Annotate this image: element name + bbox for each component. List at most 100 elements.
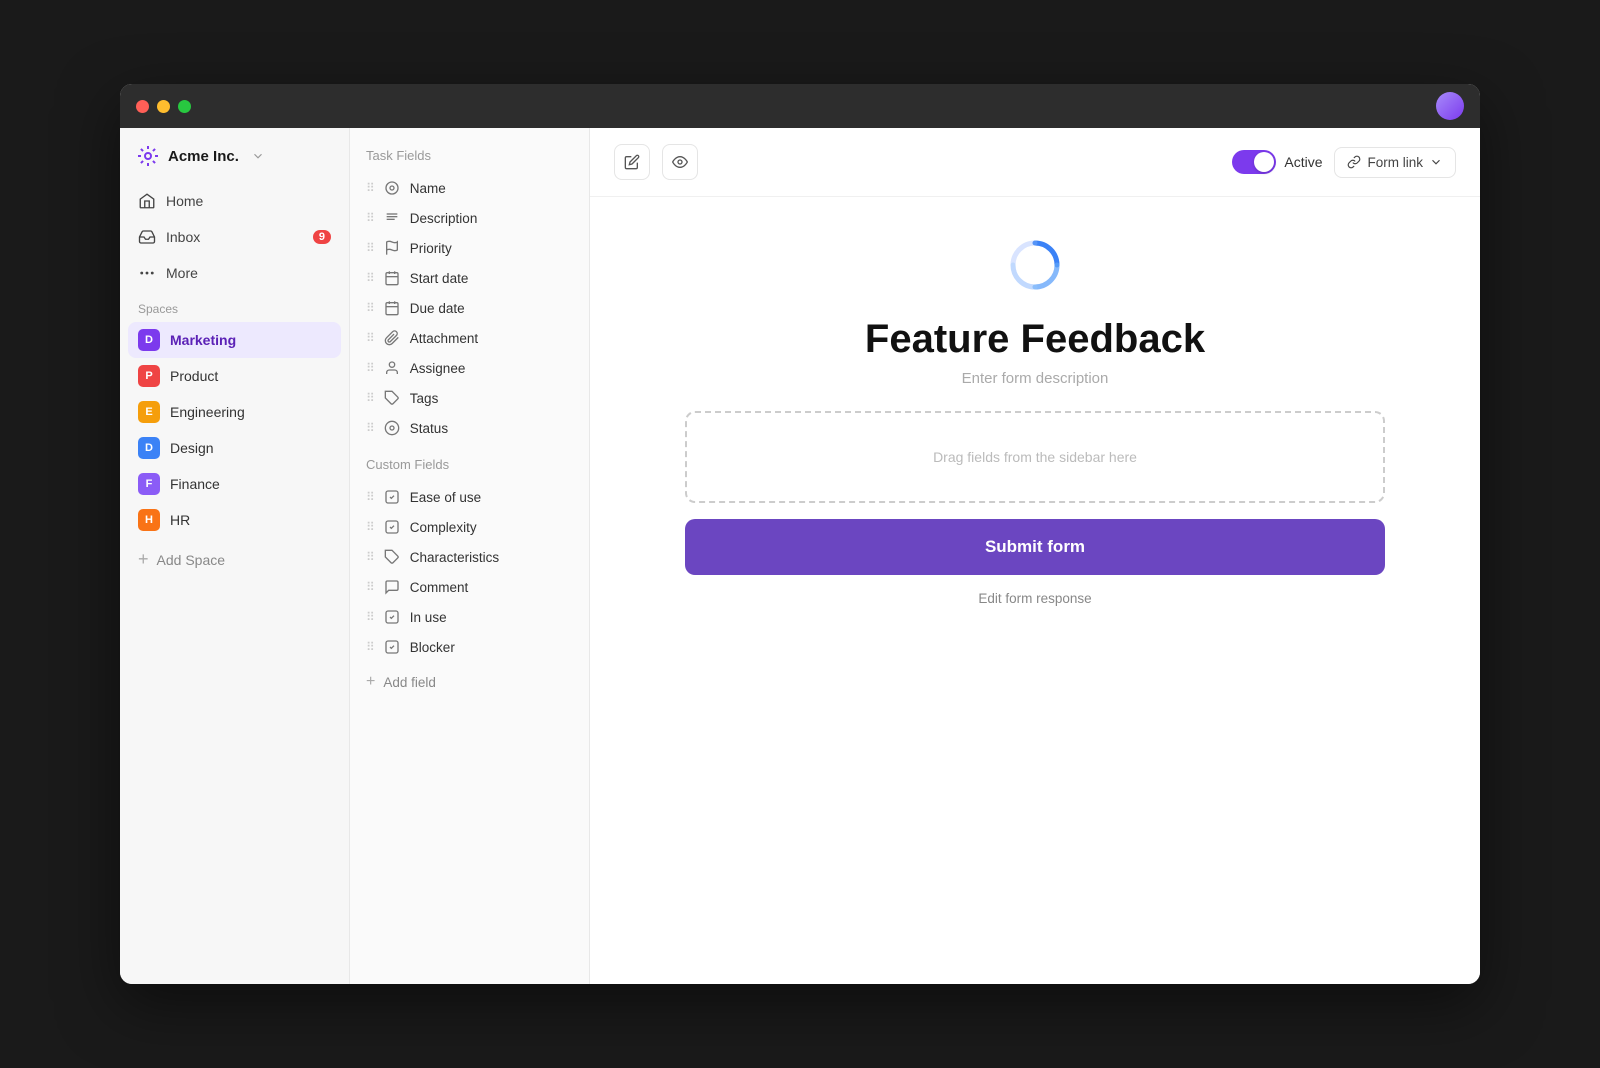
field-item-attachment[interactable]: ⠿ Attachment <box>350 323 589 353</box>
form-description[interactable]: Enter form description <box>962 370 1109 387</box>
field-item-name[interactable]: ⠿ Name <box>350 173 589 203</box>
field-item-start-date[interactable]: ⠿ Start date <box>350 263 589 293</box>
drag-handle[interactable]: ⠿ <box>366 361 374 375</box>
assignee-icon <box>384 360 400 376</box>
field-item-complexity[interactable]: ⠿ Complexity <box>350 512 589 542</box>
drag-handle[interactable]: ⠿ <box>366 580 374 594</box>
preview-button[interactable] <box>662 144 698 180</box>
sidebar-item-more-label: More <box>166 265 198 281</box>
field-item-attachment-label: Attachment <box>410 331 478 346</box>
pencil-icon <box>624 154 640 170</box>
drag-handle[interactable]: ⠿ <box>366 181 374 195</box>
complexity-icon <box>384 519 400 535</box>
drag-handle[interactable]: ⠿ <box>366 331 374 345</box>
drag-handle[interactable]: ⠿ <box>366 640 374 654</box>
form-title[interactable]: Feature Feedback <box>865 317 1205 362</box>
field-item-due-date-label: Due date <box>410 301 465 316</box>
field-item-description-label: Description <box>410 211 478 226</box>
drag-handle[interactable]: ⠿ <box>366 391 374 405</box>
field-item-comment[interactable]: ⠿ Comment <box>350 572 589 602</box>
field-item-priority[interactable]: ⠿ Priority <box>350 233 589 263</box>
field-item-in-use-label: In use <box>410 610 447 625</box>
add-field-button[interactable]: + Add field <box>350 666 589 698</box>
sidebar-item-home[interactable]: Home <box>128 184 341 218</box>
field-item-comment-label: Comment <box>410 580 469 595</box>
more-icon <box>138 264 156 282</box>
start-date-icon <box>384 270 400 286</box>
field-item-due-date[interactable]: ⠿ Due date <box>350 293 589 323</box>
field-item-tags-label: Tags <box>410 391 439 406</box>
field-item-tags[interactable]: ⠿ Tags <box>350 383 589 413</box>
hr-avatar: H <box>138 509 160 531</box>
field-item-description[interactable]: ⠿ Description <box>350 203 589 233</box>
sidebar-item-design-label: Design <box>170 440 214 456</box>
fields-panel: Task Fields ⠿ Name ⠿ Description ⠿ <box>350 128 590 984</box>
brand-icon <box>136 144 160 168</box>
add-space-label: Add Space <box>157 552 226 568</box>
field-item-ease-of-use[interactable]: ⠿ Ease of use <box>350 482 589 512</box>
active-toggle-switch[interactable] <box>1232 150 1276 174</box>
inbox-icon <box>138 228 156 246</box>
maximize-button[interactable] <box>178 100 191 113</box>
edit-button[interactable] <box>614 144 650 180</box>
field-item-characteristics[interactable]: ⠿ Characteristics <box>350 542 589 572</box>
sidebar-item-marketing[interactable]: D Marketing <box>128 322 341 358</box>
sidebar-item-finance[interactable]: F Finance <box>128 466 341 502</box>
field-item-status[interactable]: ⠿ Status <box>350 413 589 443</box>
drag-handle[interactable]: ⠿ <box>366 610 374 624</box>
form-link-label: Form link <box>1367 155 1423 170</box>
sidebar-item-more[interactable]: More <box>128 256 341 290</box>
sidebar-item-hr[interactable]: H HR <box>128 502 341 538</box>
sidebar-item-design[interactable]: D Design <box>128 430 341 466</box>
add-space-plus-icon: + <box>138 549 149 570</box>
description-icon <box>384 210 400 226</box>
brand-button[interactable]: Acme Inc. <box>120 144 349 184</box>
left-sidebar: Acme Inc. Home <box>120 128 350 984</box>
field-item-blocker[interactable]: ⠿ Blocker <box>350 632 589 662</box>
form-link-button[interactable]: Form link <box>1334 147 1456 178</box>
sidebar-item-inbox[interactable]: Inbox 9 <box>128 220 341 254</box>
drag-handle[interactable]: ⠿ <box>366 301 374 315</box>
field-item-priority-label: Priority <box>410 241 452 256</box>
minimize-button[interactable] <box>157 100 170 113</box>
ease-of-use-icon <box>384 489 400 505</box>
status-icon <box>384 420 400 436</box>
submit-button[interactable]: Submit form <box>685 519 1385 575</box>
drag-handle[interactable]: ⠿ <box>366 211 374 225</box>
finance-avatar: F <box>138 473 160 495</box>
drag-handle[interactable]: ⠿ <box>366 271 374 285</box>
drag-handle[interactable]: ⠿ <box>366 421 374 435</box>
brand-name: Acme Inc. <box>168 148 239 165</box>
sidebar-item-product[interactable]: P Product <box>128 358 341 394</box>
sidebar-item-hr-label: HR <box>170 512 190 528</box>
field-item-assignee-label: Assignee <box>410 361 466 376</box>
sidebar-item-engineering[interactable]: E Engineering <box>128 394 341 430</box>
form-logo-spinner <box>1007 237 1063 293</box>
add-space-button[interactable]: + Add Space <box>128 542 341 577</box>
drop-zone[interactable]: Drag fields from the sidebar here <box>685 411 1385 503</box>
in-use-icon <box>384 609 400 625</box>
engineering-avatar: E <box>138 401 160 423</box>
field-item-assignee[interactable]: ⠿ Assignee <box>350 353 589 383</box>
drag-handle[interactable]: ⠿ <box>366 550 374 564</box>
link-icon <box>1347 155 1361 169</box>
drag-handle[interactable]: ⠿ <box>366 490 374 504</box>
form-card: Feature Feedback Enter form description … <box>685 237 1385 606</box>
field-item-in-use[interactable]: ⠿ In use <box>350 602 589 632</box>
drag-handle[interactable]: ⠿ <box>366 241 374 255</box>
edit-form-response-link[interactable]: Edit form response <box>978 591 1091 606</box>
drag-handle[interactable]: ⠿ <box>366 520 374 534</box>
design-avatar: D <box>138 437 160 459</box>
app-body: Acme Inc. Home <box>120 128 1480 984</box>
user-avatar[interactable] <box>1436 92 1464 120</box>
add-field-label: Add field <box>383 675 436 690</box>
custom-fields-title: Custom Fields <box>350 443 589 482</box>
field-item-blocker-label: Blocker <box>410 640 455 655</box>
drop-zone-text: Drag fields from the sidebar here <box>933 449 1137 465</box>
field-item-complexity-label: Complexity <box>410 520 477 535</box>
active-label: Active <box>1284 154 1322 170</box>
product-avatar: P <box>138 365 160 387</box>
characteristics-icon <box>384 549 400 565</box>
close-button[interactable] <box>136 100 149 113</box>
tags-icon <box>384 390 400 406</box>
